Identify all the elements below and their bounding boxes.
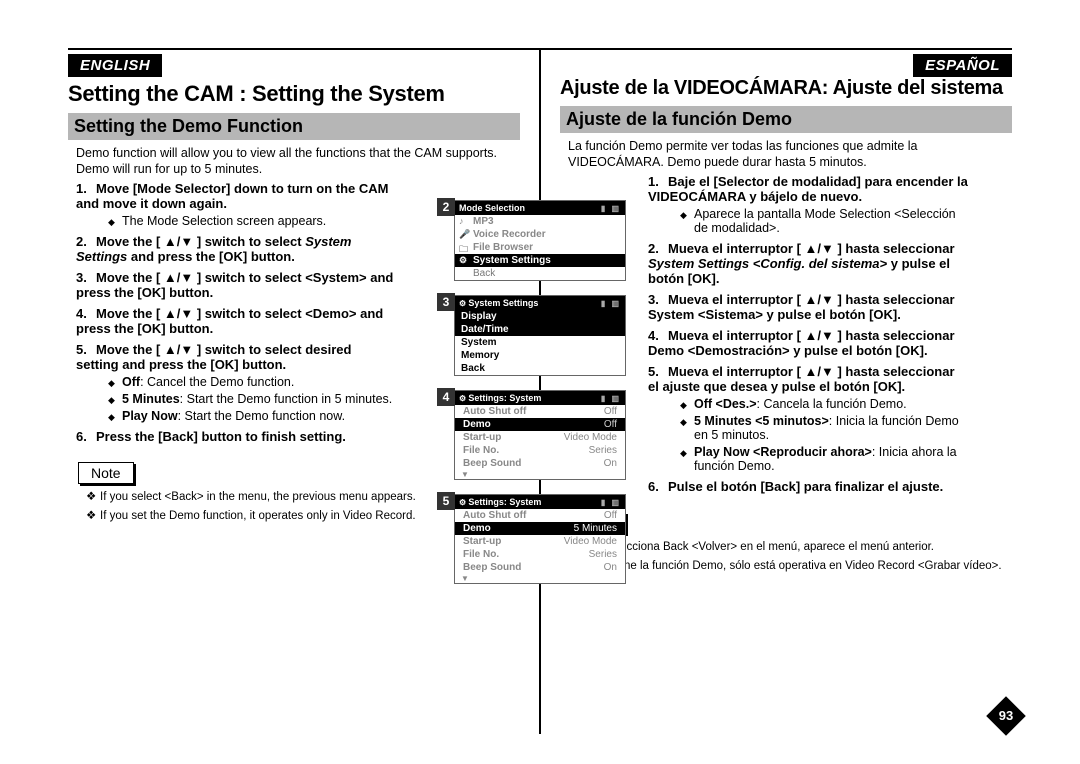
intro-es: La función Demo permite ver todas las fu… [568,139,1012,170]
title-es: Ajuste de la VIDEOCÁMARA: Ajuste del sis… [560,77,1012,100]
page-number: 93 [992,702,1020,730]
title-en: Setting the CAM : Setting the System [68,81,520,107]
step-badge: 3 [437,293,455,311]
notes-es: Si selecciona Back <Volver> en el menú, … [578,540,1012,574]
step-badge: 4 [437,388,455,406]
step-badge: 2 [437,198,455,216]
steps-es: 1.Baje el [Selector de modalidad] para e… [648,174,968,494]
screen-title: System Settings [468,298,538,308]
shot-4: 4 ⚙ Settings: System▮ ▥ Auto Shut offOff… [454,390,626,480]
shot-2: 2 Mode Selection▮ ▥ ♪MP3 🎤Voice Recorder… [454,200,626,281]
step-badge: 5 [437,492,455,510]
lang-badge-es: ESPAÑOL [913,54,1012,77]
screen-title: Settings: System [468,497,541,507]
lang-badge-en: ENGLISH [68,54,162,77]
subtitle-en: Setting the Demo Function [68,113,520,140]
screen-title: Mode Selection [459,203,525,213]
status-icons: ▮ ▥ [601,204,621,213]
subtitle-es: Ajuste de la función Demo [560,106,1012,133]
steps-en: 1.Move [Mode Selector] down to turn on t… [76,181,396,444]
center-screenshots: 2 Mode Selection▮ ▥ ♪MP3 🎤Voice Recorder… [454,200,626,598]
manual-page: 2 Mode Selection▮ ▥ ♪MP3 🎤Voice Recorder… [0,0,1080,764]
shot-5: 5 ⚙ Settings: System▮ ▥ Auto Shut offOff… [454,494,626,584]
shot-3: 3 ⚙ System Settings▮ ▥ Display Date/Time… [454,295,626,376]
intro-en: Demo function will allow you to view all… [76,146,520,177]
screen-title: Settings: System [468,393,541,403]
note-label-en: Note [78,462,134,484]
